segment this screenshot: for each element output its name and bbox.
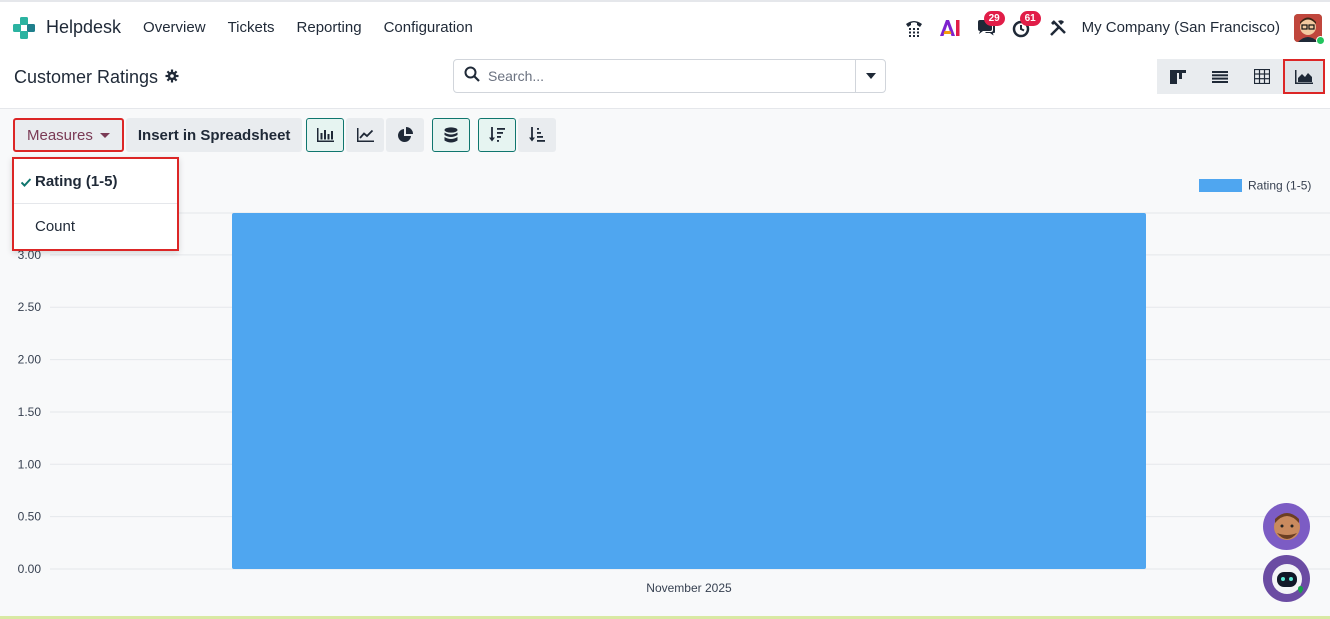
y-axis-ticks: 0.000.501.001.502.002.503.00	[18, 248, 42, 576]
x-tick-label: November 2025	[646, 581, 732, 595]
database-stack-icon	[444, 126, 458, 142]
area-chart-icon	[1295, 69, 1313, 84]
kanban-view-button[interactable]	[1157, 59, 1199, 94]
y-tick-label: 1.50	[18, 405, 42, 419]
user-avatar[interactable]	[1294, 13, 1325, 45]
ai-icon[interactable]	[932, 10, 968, 46]
measures-dropdown-button[interactable]: Measures	[13, 118, 124, 152]
stack-group	[432, 118, 472, 152]
bar[interactable]	[232, 213, 1146, 569]
sort-desc-icon	[489, 127, 506, 142]
y-tick-label: 2.50	[18, 300, 42, 314]
page-title-text: Customer Ratings	[14, 67, 159, 87]
legend-swatch[interactable]	[1199, 179, 1242, 192]
graph-view-button[interactable]	[1283, 59, 1325, 94]
company-switcher[interactable]: My Company (San Francisco)	[1082, 19, 1280, 36]
list-view-button[interactable]	[1199, 59, 1241, 94]
pie-chart-button[interactable]	[386, 118, 425, 152]
sort-ascending-button[interactable]	[518, 118, 557, 152]
search-icon	[464, 66, 480, 87]
menu-item-configuration[interactable]: Configuration	[373, 19, 484, 36]
chatbot-icon[interactable]	[1263, 555, 1310, 602]
x-axis-ticks: November 2025	[646, 581, 732, 595]
table-icon	[1254, 69, 1270, 84]
sort-descending-button[interactable]	[478, 118, 517, 152]
search-options-toggle[interactable]	[855, 60, 885, 92]
caret-down-icon	[865, 73, 876, 79]
control-panel: Customer Ratings	[0, 53, 1330, 109]
top-navbar: Helpdesk Overview Tickets Reporting Conf…	[0, 0, 1330, 53]
bar-chart-icon	[316, 128, 334, 142]
measure-item-rating[interactable]: Rating (1-5)	[14, 159, 177, 204]
chat-icon[interactable]: 29	[968, 10, 1005, 46]
y-tick-label: 0.00	[18, 562, 42, 576]
online-status-dot	[1316, 35, 1325, 45]
main-menu: Overview Tickets Reporting Configuration	[132, 19, 484, 36]
chat-badge: 29	[983, 10, 1005, 26]
search-bar	[453, 59, 886, 93]
bar-chart: 0.000.501.001.502.002.503.00 November 20…	[18, 179, 1330, 595]
activity-clock-icon[interactable]: 61	[1004, 10, 1041, 46]
brand[interactable]: Helpdesk	[12, 16, 121, 40]
y-tick-label: 2.00	[18, 353, 42, 367]
search-input[interactable]	[488, 68, 848, 84]
menu-item-tickets[interactable]: Tickets	[217, 19, 286, 36]
stacked-button[interactable]	[432, 118, 471, 152]
sort-group	[478, 118, 558, 152]
list-icon	[1212, 70, 1228, 83]
menu-item-reporting[interactable]: Reporting	[286, 19, 373, 36]
caret-down-icon	[99, 132, 110, 138]
chart-type-group	[306, 118, 426, 152]
y-tick-label: 1.00	[18, 457, 42, 471]
y-tick-label: 0.50	[18, 510, 42, 524]
activity-badge: 61	[1019, 10, 1041, 26]
measure-item-count[interactable]: Count	[14, 204, 177, 249]
kanban-icon	[1170, 69, 1186, 84]
measures-label: Measures	[27, 126, 93, 144]
bar-chart-button[interactable]	[306, 118, 345, 152]
measure-label: Rating (1-5)	[35, 172, 118, 190]
chart-legend: Rating (1-5)	[1199, 179, 1311, 193]
legend-label[interactable]: Rating (1-5)	[1248, 179, 1311, 193]
menu-item-overview[interactable]: Overview	[132, 19, 217, 36]
systray: 29 61 My Company (San Francisco)	[896, 2, 1330, 53]
line-chart-icon	[356, 128, 374, 142]
measure-label: Count	[35, 218, 76, 235]
check-icon	[20, 174, 32, 191]
sort-asc-icon	[529, 127, 546, 142]
phone-icon[interactable]	[896, 10, 932, 46]
pivot-view-button[interactable]	[1241, 59, 1283, 94]
tools-icon[interactable]	[1040, 10, 1076, 46]
chart-bars	[232, 213, 1146, 569]
livechat-agent-avatar[interactable]	[1263, 503, 1310, 550]
insert-in-spreadsheet-button[interactable]: Insert in Spreadsheet	[125, 118, 303, 152]
view-switcher	[1157, 59, 1325, 94]
gear-icon[interactable]	[165, 67, 179, 88]
helpdesk-logo-icon	[12, 16, 36, 40]
measures-dropdown-menu: Rating (1-5) Count	[12, 157, 179, 251]
pie-chart-icon	[398, 127, 414, 142]
graph-toolbar: Measures Insert in Spreadsheet	[13, 118, 564, 152]
line-chart-button[interactable]	[346, 118, 385, 152]
page-title: Customer Ratings	[14, 67, 179, 88]
app-name: Helpdesk	[46, 17, 122, 37]
